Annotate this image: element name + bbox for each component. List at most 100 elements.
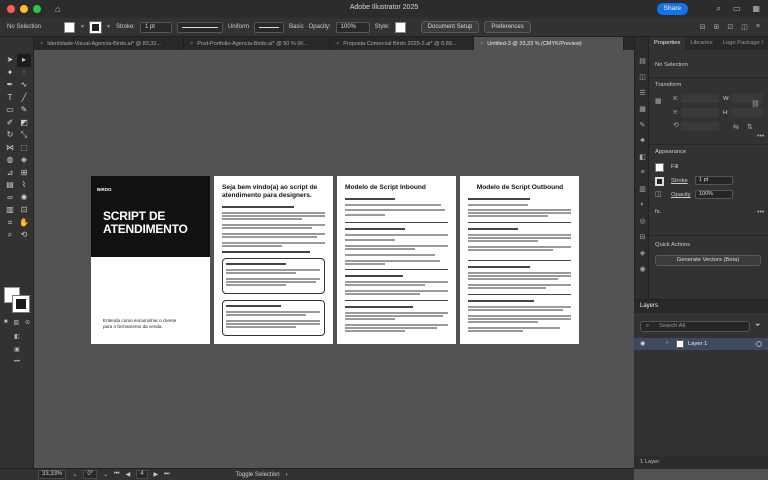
workspace-switcher-icon[interactable]: ▭ xyxy=(733,4,741,14)
canvas[interactable]: BIRDO SCRIPT DE ATENDIMENTO Entenda como… xyxy=(34,50,634,468)
reference-point-icon[interactable]: ▦ xyxy=(655,97,662,105)
stroke-weight-field[interactable]: 1 pt xyxy=(139,21,172,33)
preferences-button[interactable]: Preferences xyxy=(484,21,531,33)
previous-artboard-icon[interactable]: ◀ xyxy=(126,471,131,478)
live-paint-tool-icon[interactable]: ◈ xyxy=(17,154,31,167)
stroke-color-swatch[interactable] xyxy=(12,295,30,313)
chevron-down-icon[interactable]: ▼ xyxy=(106,24,111,30)
target-circle-icon[interactable] xyxy=(756,341,762,347)
search-help-icon[interactable]: ⌕ xyxy=(716,4,720,14)
rectangle-tool-icon[interactable]: ▭ xyxy=(3,104,17,117)
transparency-panel-icon[interactable]: ◐ xyxy=(638,201,647,208)
artboard-outbound[interactable]: Modelo de Script Outbound xyxy=(460,176,579,344)
opacity-icon[interactable]: ◫ xyxy=(655,190,662,198)
tab-document[interactable]: × Post-Portfolio-Agencia-Birdo.ai* @ 50 %… xyxy=(184,37,330,50)
chevron-down-icon[interactable]: ⌄ xyxy=(72,471,77,478)
shaper-tool-icon[interactable]: ✐ xyxy=(3,117,17,130)
zoom-field[interactable]: 33,33% xyxy=(38,470,67,479)
align-icon[interactable]: ⊟ xyxy=(700,23,706,31)
selection-tool-icon[interactable]: ➤ xyxy=(3,54,17,67)
more-options-icon[interactable]: ••• xyxy=(757,209,764,216)
curvature-tool-icon[interactable]: ∿ xyxy=(17,79,31,92)
mesh-tool-icon[interactable]: ⊞ xyxy=(17,167,31,180)
pathfinder-panel-icon[interactable]: ◈ xyxy=(638,249,647,257)
properties-panel-icon[interactable]: ▤ xyxy=(638,57,647,65)
color-panel-icon[interactable]: ◉ xyxy=(638,265,647,273)
generate-vectors-button[interactable]: Generate Vectors (Beta) xyxy=(655,255,761,266)
tab-libraries[interactable]: Libraries xyxy=(685,37,717,50)
flip-vertical-icon[interactable]: ⇅ xyxy=(747,123,753,131)
visibility-eye-icon[interactable]: ◉ xyxy=(640,340,645,347)
document-setup-button[interactable]: Document Setup xyxy=(420,21,480,33)
hand-tool-icon[interactable]: ✋ xyxy=(17,217,31,230)
artboard-cover[interactable]: BIRDO SCRIPT DE ATENDIMENTO Entenda como… xyxy=(91,176,210,344)
brushes-panel-icon[interactable]: ✎ xyxy=(638,121,647,129)
layers-panel-icon[interactable]: ◫ xyxy=(638,73,647,81)
free-transform-tool-icon[interactable]: ⬚ xyxy=(17,142,31,155)
layer-row[interactable]: ◉ › Layer 1 xyxy=(634,338,768,350)
shape-builder-tool-icon[interactable]: ◍ xyxy=(3,154,17,167)
opacity-field[interactable]: 100% xyxy=(695,190,733,199)
artboard-inbound[interactable]: Modelo de Script Inbound xyxy=(337,176,456,344)
lasso-tool-icon[interactable]: ◌ xyxy=(17,67,31,80)
appearance-panel-icon[interactable]: ◎ xyxy=(638,217,647,225)
width-tool-icon[interactable]: ⋈ xyxy=(3,142,17,155)
stroke-weight-field[interactable]: 1 pt xyxy=(695,176,733,185)
rotate-icon[interactable]: ⟲ xyxy=(673,121,679,129)
artboard-number-field[interactable]: 4 xyxy=(136,470,148,479)
libraries-panel-icon[interactable]: ☰ xyxy=(638,89,647,97)
magic-wand-tool-icon[interactable]: ✦ xyxy=(3,67,17,80)
tab-document[interactable]: × Identidade-Visual-Agencia-Birdo.ai* @ 8… xyxy=(34,37,184,50)
fill-swatch[interactable] xyxy=(64,21,76,33)
close-icon[interactable]: × xyxy=(336,41,339,47)
scale-tool-icon[interactable]: ⤡ xyxy=(17,129,31,142)
flip-horizontal-icon[interactable]: ⇆ xyxy=(733,123,739,131)
close-icon[interactable]: × xyxy=(190,41,193,47)
zoom-tool-icon[interactable]: ⌕ xyxy=(3,229,17,242)
gradient-mode-icon[interactable]: ▨ xyxy=(13,319,19,326)
tab-logo-package[interactable]: Logo Package I xyxy=(718,37,768,50)
maximize-window-button[interactable] xyxy=(33,5,41,13)
color-mode-icon[interactable]: ■ xyxy=(4,319,8,326)
layers-search-input[interactable]: ⌕ Search All xyxy=(640,321,750,332)
graphic-styles-panel-icon[interactable]: ◧ xyxy=(638,153,647,161)
opacity-field[interactable]: 100% xyxy=(335,21,370,33)
last-artboard-icon[interactable]: ⏭ xyxy=(164,471,169,478)
filter-icon[interactable]: ⏷ xyxy=(755,322,761,330)
line-tool-icon[interactable]: ╱ xyxy=(17,92,31,105)
rotate-view-tool-icon[interactable]: ⟲ xyxy=(17,229,31,242)
artboard-welcome[interactable]: Seja bem vindo(a) ao script de atendimen… xyxy=(214,176,333,344)
blend-tool-icon[interactable]: ∞ xyxy=(3,192,17,205)
screen-mode-icon[interactable]: ▣ xyxy=(14,346,20,353)
chevron-right-icon[interactable]: › xyxy=(666,340,668,346)
slice-tool-icon[interactable]: ⌗ xyxy=(3,217,17,230)
chevron-right-icon[interactable]: › xyxy=(286,472,288,478)
layers-title[interactable]: Layers xyxy=(634,300,768,313)
close-icon[interactable]: × xyxy=(40,41,43,47)
align-panel-icon[interactable]: ⊟ xyxy=(638,233,647,241)
y-field[interactable] xyxy=(681,108,719,117)
tab-document[interactable]: × Proposta Comercial Birdo 2025-2.ai* @ 8… xyxy=(330,37,474,50)
chevron-down-icon[interactable]: ▼ xyxy=(80,24,85,30)
gradient-tool-icon[interactable]: ▤ xyxy=(3,179,17,192)
share-button[interactable]: Share xyxy=(656,3,688,15)
home-icon[interactable]: ⌂ xyxy=(55,4,60,14)
more-options-icon[interactable]: ••• xyxy=(757,133,764,140)
perspective-grid-tool-icon[interactable]: ⊿ xyxy=(3,167,17,180)
graphic-style-swatch[interactable] xyxy=(394,21,406,33)
transform-icon[interactable]: ⊡ xyxy=(727,23,733,31)
next-artboard-icon[interactable]: ▶ xyxy=(154,471,159,478)
h-field[interactable] xyxy=(731,108,763,117)
close-icon[interactable]: × xyxy=(480,41,483,47)
rotate-field[interactable] xyxy=(681,122,719,131)
stroke-swatch[interactable] xyxy=(88,20,102,34)
swatches-panel-icon[interactable]: ▦ xyxy=(638,105,647,113)
column-graph-tool-icon[interactable]: ▥ xyxy=(3,204,17,217)
first-artboard-icon[interactable]: ⏮ xyxy=(114,471,119,478)
layer-name[interactable]: Layer 1 xyxy=(688,341,707,347)
distribute-icon[interactable]: ⊞ xyxy=(714,23,720,31)
artboard-tool-icon[interactable]: ⊡ xyxy=(17,204,31,217)
type-tool-icon[interactable]: T xyxy=(3,92,17,105)
paintbrush-tool-icon[interactable]: ✎ xyxy=(17,104,31,117)
eraser-tool-icon[interactable]: ◩ xyxy=(17,117,31,130)
